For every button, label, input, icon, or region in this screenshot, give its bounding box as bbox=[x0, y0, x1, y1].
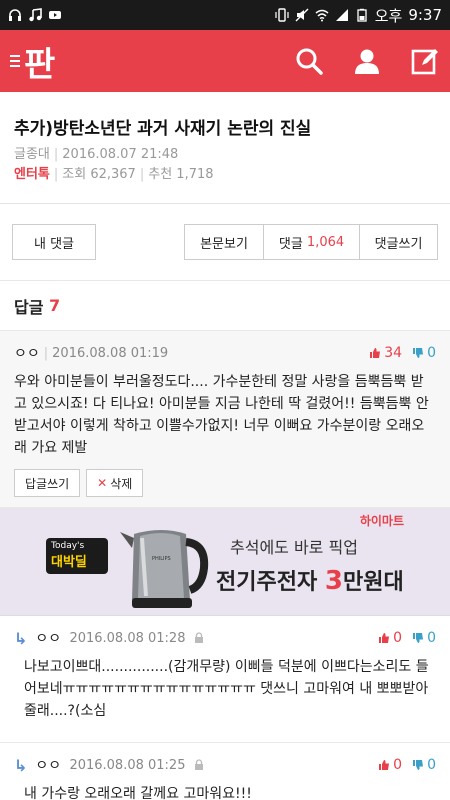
my-comments-button[interactable]: 내 댓글 bbox=[12, 224, 96, 260]
comment-text: 우와 아미분들이 부러울정도다.... 가수분한테 정말 사랑을 듬뿍듬뿍 받고… bbox=[14, 374, 429, 456]
app-logo[interactable]: 판 bbox=[10, 37, 55, 86]
delete-button[interactable]: ✕ 삭제 bbox=[86, 469, 144, 497]
app-bar: 판 bbox=[0, 30, 450, 92]
ad-line2-a: 전기주전자 bbox=[216, 570, 325, 595]
views-label: 조회 bbox=[62, 167, 87, 182]
write-reply-button[interactable]: 답글쓰기 bbox=[14, 469, 81, 497]
post-author: 글종대 bbox=[14, 147, 50, 162]
reply-arrow-icon: ↳ bbox=[14, 755, 28, 775]
ad-badge-big: 대박딜 bbox=[51, 555, 87, 570]
logo-text: 판 bbox=[24, 44, 55, 85]
delete-x-icon: ✕ bbox=[97, 476, 108, 490]
ad-banner[interactable]: Today's 대박딜 PHILIPS 하이마트 추석에도 바로 픽업 전기주전… bbox=[0, 508, 450, 616]
menu-icon[interactable] bbox=[10, 55, 20, 67]
thumbs-up-icon bbox=[379, 633, 390, 643]
post-meta-line2: 엔터톡 | 조회 62,367 | 추천 1,718 bbox=[14, 167, 214, 182]
ad-line2: 전기주전자 3만원대 bbox=[216, 564, 404, 596]
reply-user: ㅇㅇ bbox=[35, 631, 62, 647]
comment-toolbar: 내 댓글 본문보기 댓글 1,064 댓글쓰기 bbox=[0, 204, 450, 281]
reply-date: 2016.08.08 01:28 bbox=[69, 630, 186, 646]
replies-count: 7 bbox=[49, 296, 61, 315]
upvote-button[interactable]: 0 bbox=[378, 630, 402, 646]
reply-user: ㅇㅇ bbox=[35, 758, 62, 774]
downvote-button[interactable]: 0 bbox=[412, 345, 436, 361]
views-count: 62,367 bbox=[90, 167, 136, 182]
ad-line1: 추석에도 바로 픽업 bbox=[230, 538, 358, 557]
ad-badge-small: Today's bbox=[51, 541, 85, 551]
reply-text: 나보고이쁘대...............(감개무량) 이삐들 덕분에 이쁘다는… bbox=[24, 659, 429, 719]
ad-brand: PHILIPS bbox=[152, 556, 171, 562]
upvote-count: 0 bbox=[393, 630, 403, 646]
youtube-icon bbox=[49, 11, 61, 19]
comments-count-button[interactable]: 댓글 1,064 bbox=[264, 224, 360, 260]
post-header: 추가)방탄소년단 과거 사재기 논란의 진실 글종대 | 2016.08.07 21… bbox=[0, 92, 450, 204]
ad-store: 하이마트 bbox=[359, 514, 404, 528]
post-category[interactable]: 엔터톡 bbox=[14, 167, 50, 182]
thumbs-down-icon bbox=[413, 348, 424, 358]
view-body-button[interactable]: 본문보기 bbox=[184, 224, 264, 260]
post-date: 2016.08.07 21:48 bbox=[62, 147, 179, 162]
vibrate-icon bbox=[275, 8, 289, 22]
post-title[interactable]: 추가)방탄소년단 과거 사재기 논란의 진실 bbox=[14, 114, 436, 139]
downvote-button[interactable]: 0 bbox=[412, 630, 436, 646]
main-comment: ㅇㅇ | 2016.08.08 01:19 34 0 우와 아미분들이 부러울정도다… bbox=[0, 331, 450, 508]
status-ampm: 오후 bbox=[374, 6, 403, 25]
reply-arrow-icon: ↳ bbox=[14, 628, 28, 648]
upvote-count: 0 bbox=[393, 757, 403, 773]
downvote-count: 0 bbox=[427, 757, 436, 773]
downvote-button[interactable]: 0 bbox=[412, 757, 436, 773]
comment-date: 2016.08.08 01:19 bbox=[52, 345, 169, 361]
status-bar: 오후 9:37 bbox=[0, 0, 450, 30]
reply-item: ↳ ㅇㅇ 2016.08.08 01:25 0 0 내 가수랑 오래오래 갈께요… bbox=[0, 743, 450, 800]
signal-icon bbox=[335, 9, 348, 21]
ad-line2-b: 3 bbox=[324, 566, 343, 596]
comment-user: ㅇㅇ bbox=[14, 346, 40, 362]
delete-label: 삭제 bbox=[110, 476, 133, 491]
post-meta-line1: 글종대 | 2016.08.07 21:48 bbox=[14, 147, 179, 162]
upvote-count: 34 bbox=[384, 345, 403, 361]
search-icon[interactable] bbox=[294, 46, 324, 76]
write-icon[interactable] bbox=[410, 46, 440, 76]
replies-label: 답글 bbox=[14, 297, 44, 317]
music-icon bbox=[29, 8, 42, 22]
downvote-count: 0 bbox=[427, 630, 436, 646]
recommend-count: 1,718 bbox=[176, 167, 214, 182]
reply-text: 내 가수랑 오래오래 갈께요 고마워요!!! bbox=[24, 786, 252, 800]
recommend-label: 추천 bbox=[148, 167, 173, 182]
thumbs-down-icon bbox=[413, 633, 424, 643]
thumbs-up-icon bbox=[370, 348, 381, 358]
ad-badge: Today's 대박딜 bbox=[46, 538, 108, 574]
battery-icon bbox=[357, 8, 367, 22]
reply-date: 2016.08.08 01:25 bbox=[69, 757, 186, 773]
comments-count: 1,064 bbox=[306, 234, 345, 250]
write-comment-button[interactable]: 댓글쓰기 bbox=[360, 224, 438, 260]
user-icon[interactable] bbox=[352, 46, 382, 76]
reply-item: ↳ ㅇㅇ 2016.08.08 01:28 0 0 나보고이쁘대........… bbox=[0, 616, 450, 743]
status-time: 9:37 bbox=[408, 6, 442, 24]
comments-label: 댓글 bbox=[278, 236, 303, 252]
thumbs-down-icon bbox=[413, 760, 424, 770]
replies-header: 답글 7 bbox=[0, 281, 450, 331]
upvote-button[interactable]: 34 bbox=[369, 345, 402, 361]
thumbs-up-icon bbox=[379, 760, 390, 770]
kettle-image: PHILIPS bbox=[120, 530, 209, 608]
mute-icon bbox=[295, 8, 309, 22]
wifi-icon bbox=[315, 9, 329, 22]
downvote-count: 0 bbox=[427, 345, 436, 361]
ad-line2-c: 만원대 bbox=[342, 570, 404, 595]
headphones-icon bbox=[9, 9, 21, 21]
upvote-button[interactable]: 0 bbox=[378, 757, 402, 773]
lock-icon bbox=[195, 632, 204, 643]
lock-icon bbox=[195, 759, 204, 770]
